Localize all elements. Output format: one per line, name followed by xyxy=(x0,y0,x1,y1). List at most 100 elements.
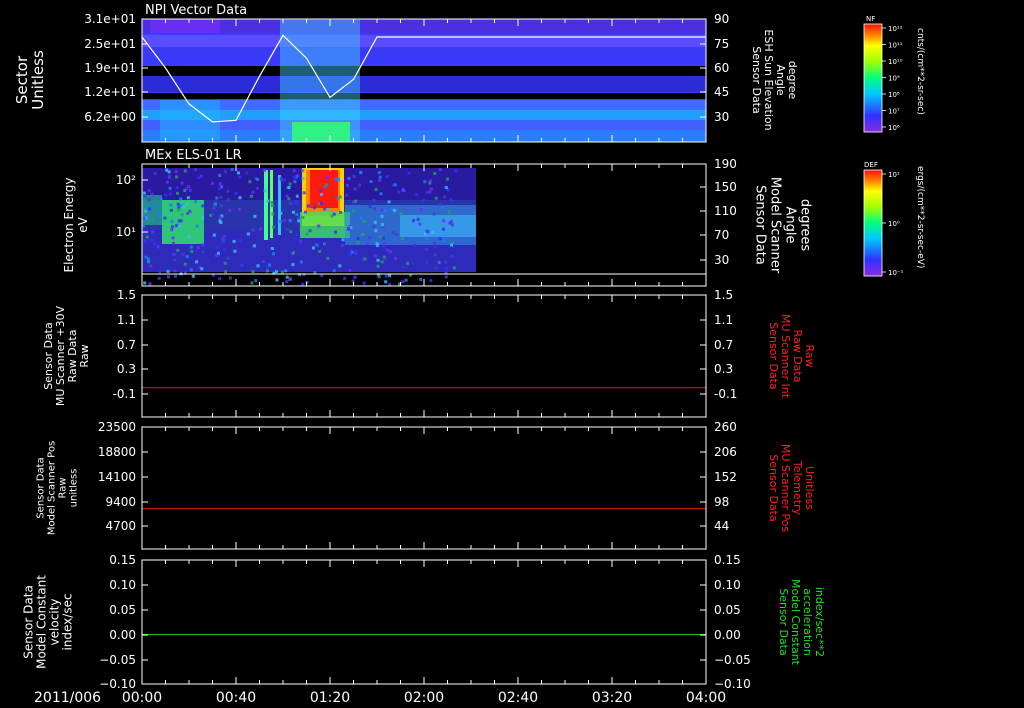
right-axis-label: Sensor Data xyxy=(767,322,780,389)
els-speckle-dot xyxy=(313,206,316,210)
els-speckle-dot xyxy=(142,216,146,220)
els-speckle-dot xyxy=(415,193,419,197)
els-speckle-dot xyxy=(219,220,223,224)
els-speckle-dot xyxy=(431,231,435,235)
y-tick-label: 0.00 xyxy=(109,628,136,642)
els-speckle-dot xyxy=(220,204,223,208)
els-speckle-dot xyxy=(201,250,205,254)
els-speckle-dot xyxy=(419,278,423,281)
els-speckle-dot xyxy=(323,185,327,189)
els-speckle-dot xyxy=(299,260,303,264)
els-speckle-dot xyxy=(151,230,155,234)
colorbar-def-title: DEF xyxy=(864,161,878,169)
y-tick-label: 1.5 xyxy=(117,288,136,302)
els-speckle-dot xyxy=(218,277,222,281)
colorbar-def: DEF 10¹ 10⁰ 10⁻¹ ergs/(cm**2-sr-sec-eV) xyxy=(863,161,925,277)
els-speckle-dot xyxy=(147,189,151,193)
els-speckle-dot xyxy=(393,183,397,187)
els-speckle-dot xyxy=(168,174,171,178)
els-speckle-dot xyxy=(183,189,187,192)
els-speckle-dot xyxy=(201,216,205,220)
els-speckle-dot xyxy=(384,274,388,278)
panel-model-constant: 0.15 0.10 0.05 0.00 −0.05 −0.10 0.15 0.10 0.05 0.… xyxy=(99,553,751,691)
els-speckle-dot xyxy=(279,220,282,224)
right-y-tick-label: 150 xyxy=(714,180,737,194)
els-tail-2 xyxy=(400,215,476,237)
y-tick-label: 10² xyxy=(116,173,136,187)
left-axis-label: index/sec xyxy=(61,593,75,650)
els-speckle-dot xyxy=(444,186,448,190)
npi-band-black-1 xyxy=(142,66,706,76)
els-speckle-dot xyxy=(319,189,323,193)
els-speckle-dot xyxy=(196,246,200,250)
els-speckle-dot xyxy=(432,241,436,245)
npi-band-black-2 xyxy=(142,93,706,99)
cb-tick-label: 10⁷ xyxy=(888,108,900,116)
els-speckle-dot xyxy=(295,233,299,237)
y-tick-label: −0.05 xyxy=(99,653,136,667)
els-speckle-dot xyxy=(157,276,161,280)
right-axis-label: Unitless xyxy=(803,466,816,510)
colorbar-nf-unit: cnts/(cm**2-sr-sec) xyxy=(915,28,925,115)
els-speckle-dot xyxy=(183,169,187,173)
els-speckle-dot xyxy=(334,230,337,234)
els-speckle-dot xyxy=(169,208,173,212)
els-speckle-dot xyxy=(378,175,382,179)
els-speckle-dot xyxy=(158,270,162,274)
els-speckle-dot xyxy=(373,220,377,224)
els-speckle-dot xyxy=(378,179,382,183)
els-speckle-dot xyxy=(189,268,193,272)
els-speckle-dot xyxy=(166,275,170,279)
els-speckle-dot xyxy=(282,219,286,222)
y-tick-label: 0.7 xyxy=(117,338,136,352)
y-tick-label: 18800 xyxy=(98,445,136,459)
left-axis-label: Raw xyxy=(58,477,69,498)
els-speckle-dot xyxy=(388,274,392,278)
els-speckle-dot xyxy=(292,169,296,173)
right-y-tick-label: 1.5 xyxy=(714,288,733,302)
right-y-tick-label: −0.10 xyxy=(714,677,751,691)
npi-band-4 xyxy=(142,76,706,92)
colorbar-def-unit: ergs/(cm**2-sr-sec-eV) xyxy=(915,166,925,268)
els-speckle-dot xyxy=(255,177,259,181)
els-speckle-dot xyxy=(423,180,427,184)
els-speckle-dot xyxy=(433,245,437,249)
els-speckle-dot xyxy=(384,280,388,284)
panel-mu-30v: 1.5 1.1 0.7 0.3 -0.1 1.5 1.1 0.7 0.3 -0.1 xyxy=(113,288,737,418)
els-speckle-dot xyxy=(237,207,241,211)
els-speckle-dot xyxy=(449,198,453,202)
y-tick-label: 4700 xyxy=(105,519,136,533)
els-spike-1 xyxy=(264,170,268,240)
els-speckle-dot xyxy=(183,262,187,266)
els-speckle-dot xyxy=(338,264,342,268)
els-speckle-dot xyxy=(224,270,228,274)
els-speckle-dot xyxy=(190,250,194,253)
left-axis-label: velocity xyxy=(48,599,62,646)
els-speckle-dot xyxy=(343,276,347,280)
els-speckle-dot xyxy=(372,225,376,229)
els-speckle-dot xyxy=(297,219,301,223)
els-speckle-dot xyxy=(212,206,216,210)
els-speckle-dot xyxy=(366,242,370,246)
left-axis-label: Raw xyxy=(78,344,91,367)
els-speckle-dot xyxy=(187,185,190,189)
cb-tick-label: 10⁶ xyxy=(888,124,900,132)
els-speckle-dot xyxy=(261,260,265,264)
els-speckle-dot xyxy=(399,212,403,216)
els-speckle-dot xyxy=(238,196,242,200)
els-speckle-dot xyxy=(394,257,398,260)
els-speckle-dot xyxy=(176,191,179,195)
els-speckle-dot xyxy=(412,219,415,223)
date-label: 2011/006 xyxy=(34,690,101,706)
els-speckle-dot xyxy=(270,201,274,204)
els-speckle-dot xyxy=(434,196,438,200)
right-y-tick-label: 98 xyxy=(714,495,729,509)
els-speckle-dot xyxy=(288,278,292,281)
els-title: MEx ELS-01 LR xyxy=(145,148,242,163)
els-speckle-dot xyxy=(437,261,441,265)
els-speckle-dot xyxy=(379,235,383,239)
colorbar-def-ticks: 10¹ 10⁰ 10⁻¹ xyxy=(882,171,904,277)
els-speckle-dot xyxy=(174,169,178,173)
right-axis-label: degrees xyxy=(798,199,813,252)
els-speckle-dot xyxy=(168,192,172,196)
